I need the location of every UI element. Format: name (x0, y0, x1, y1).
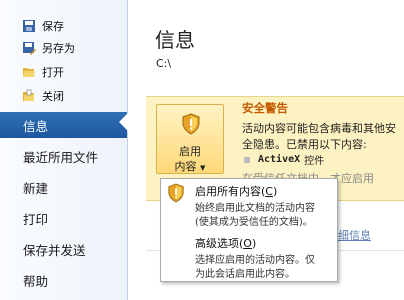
menu-item-advanced-desc-1: 选择应启用的活动内容。仅 (195, 255, 315, 266)
close-command[interactable]: 关闭 (22, 86, 64, 106)
security-warning-text-1: 活动内容可能包含病毒和其他安 (242, 122, 396, 135)
open-command[interactable]: 打开 (22, 62, 64, 82)
security-warning-text-2: 全隐患。已禁用以下内容: (242, 138, 367, 151)
nav-item-print[interactable]: 打印 (0, 205, 127, 231)
page-title: 信息 (155, 28, 195, 52)
close-file-icon (22, 89, 36, 103)
menu-item-enable-all[interactable]: 启用所有内容(C) 始终启用此文档的活动内容 (使其成为受信任的文档)。 (161, 179, 337, 229)
save-as-icon (22, 41, 36, 55)
activex-rest: 控件 (304, 156, 325, 167)
save-as-command[interactable]: 另存为 (22, 38, 75, 58)
menu-item-enable-all-title: 启用所有内容(C) (195, 185, 278, 198)
menu-item-advanced-title: 高级选项(O) (195, 237, 257, 250)
open-label: 打开 (42, 66, 64, 79)
nav-item-recent-label: 最近所用文件 (23, 149, 99, 165)
activex-item: ActiveX 控件 (244, 152, 324, 167)
save-command[interactable]: 保存 (22, 16, 64, 36)
enable-button-label-1: 启用 (179, 145, 201, 158)
nav-item-info[interactable]: 信息 (0, 112, 127, 138)
nav-item-save-send[interactable]: 保存并发送 (0, 236, 127, 262)
menu-item-enable-all-desc-2: (使其成为受信任的文档)。 (195, 217, 313, 228)
menu-item-advanced-desc-2: 为此会话启用此内容。 (195, 269, 295, 280)
menu-item-enable-all-desc-1: 始终启用此文档的活动内容 (195, 203, 315, 214)
save-as-label: 另存为 (42, 42, 75, 55)
nav-item-help-label: 帮助 (23, 273, 49, 289)
shield-warning-icon (167, 183, 185, 207)
enable-content-menu: 启用所有内容(C) 始终启用此文档的活动内容 (使其成为受信任的文档)。 高级选… (160, 178, 338, 282)
save-icon (22, 19, 36, 33)
chevron-down-icon: ▼ (200, 164, 206, 172)
backstage-nav: 保存 另存为 打开 关闭 信息 最近所用文件 新建 打印 保存并发送 帮助 (0, 0, 128, 300)
activex-code: ActiveX (258, 154, 301, 165)
open-folder-icon (22, 65, 36, 79)
active-indicator (119, 113, 128, 131)
close-label: 关闭 (42, 90, 64, 103)
shield-warning-icon (181, 113, 201, 139)
nav-item-new-label: 新建 (23, 180, 49, 196)
nav-item-print-label: 打印 (23, 211, 49, 227)
nav-item-new[interactable]: 新建 (0, 174, 127, 200)
nav-item-info-label: 信息 (23, 118, 49, 134)
security-warning-title: 安全警告 (242, 101, 288, 115)
nav-item-help[interactable]: 帮助 (0, 267, 127, 293)
file-path: C:\ (156, 57, 172, 70)
menu-item-advanced-options[interactable]: 高级选项(O) 选择应启用的活动内容。仅 为此会话启用此内容。 (161, 231, 337, 280)
nav-item-save-send-label: 保存并发送 (23, 242, 86, 258)
enable-button-label-2: 内容 ▼ (174, 160, 206, 173)
nav-item-recent[interactable]: 最近所用文件 (0, 143, 127, 169)
enable-content-button[interactable]: 启用 内容 ▼ (156, 104, 224, 174)
bullet-icon (244, 156, 250, 163)
save-label: 保存 (42, 20, 64, 33)
